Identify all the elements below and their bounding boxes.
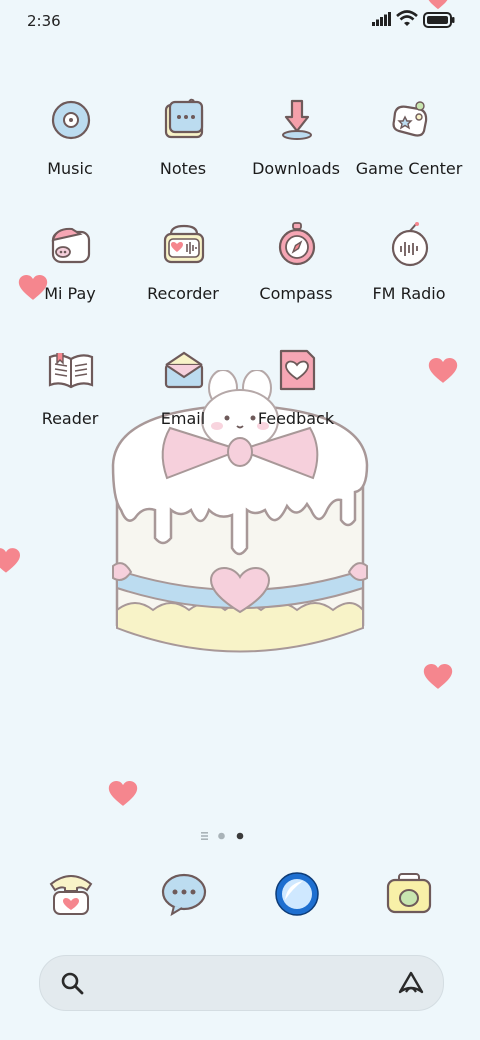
feedback-heart-icon xyxy=(279,349,316,391)
heart-decoration-icon xyxy=(428,0,448,10)
gamepad-icon xyxy=(392,101,428,137)
search-icon[interactable] xyxy=(60,971,84,995)
app-label: Mi Pay xyxy=(44,284,96,303)
app-downloads[interactable]: Downloads xyxy=(236,97,356,207)
app-label: Email xyxy=(160,409,206,428)
radio-icon xyxy=(391,222,429,267)
compass-icon xyxy=(278,222,316,266)
heart-decoration-icon xyxy=(108,781,138,806)
page-indicator[interactable] xyxy=(198,830,258,842)
app-mi-pay[interactable]: Mi Pay xyxy=(10,222,130,332)
app-email[interactable]: Email xyxy=(123,347,243,457)
open-book-icon xyxy=(48,353,94,389)
app-label: Compass xyxy=(259,284,333,303)
pig-wallet-icon xyxy=(51,227,91,264)
app-label: FM Radio xyxy=(372,284,446,303)
heart-decoration-icon xyxy=(423,664,453,689)
app-fm-radio[interactable]: FM Radio xyxy=(349,222,469,332)
app-label: Music xyxy=(47,159,93,178)
battery-icon xyxy=(423,12,455,28)
app-label: Downloads xyxy=(252,159,340,178)
app-label: Game Center xyxy=(355,159,463,178)
app-reader[interactable]: Reader xyxy=(10,347,130,457)
music-disc-icon xyxy=(51,100,91,140)
app-music[interactable]: Music xyxy=(10,97,130,207)
search-bar[interactable] xyxy=(39,955,444,1011)
page-dot xyxy=(218,832,225,840)
app-label: Reader xyxy=(41,409,99,428)
notes-icon xyxy=(164,98,204,139)
envelope-icon xyxy=(164,351,204,389)
phone-icon[interactable] xyxy=(47,870,95,918)
page-indicator-home-icon xyxy=(201,832,208,840)
heart-decoration-icon xyxy=(0,548,20,573)
app-label: Recorder xyxy=(147,284,219,303)
download-arrow-icon xyxy=(282,99,312,140)
assistant-icon[interactable] xyxy=(397,970,425,996)
app-game-center[interactable]: Game Center xyxy=(349,97,469,207)
status-bar: 2:36 xyxy=(0,0,480,44)
browser-globe-icon[interactable] xyxy=(273,870,321,918)
app-compass[interactable]: Compass xyxy=(236,222,356,332)
chat-bubble-icon[interactable] xyxy=(160,870,208,918)
camera-icon[interactable] xyxy=(385,870,433,918)
signal-icon xyxy=(372,12,391,26)
recorder-icon xyxy=(163,224,205,264)
app-recorder[interactable]: Recorder xyxy=(123,222,243,332)
app-label: Notes xyxy=(159,159,207,178)
heart-decoration-icon xyxy=(428,358,458,383)
page-dot-active xyxy=(236,832,244,840)
app-feedback[interactable]: Feedback xyxy=(236,347,356,457)
app-label: Feedback xyxy=(257,409,335,428)
wifi-icon xyxy=(396,10,418,26)
status-time: 2:36 xyxy=(27,12,61,30)
app-notes[interactable]: Notes xyxy=(123,97,243,207)
